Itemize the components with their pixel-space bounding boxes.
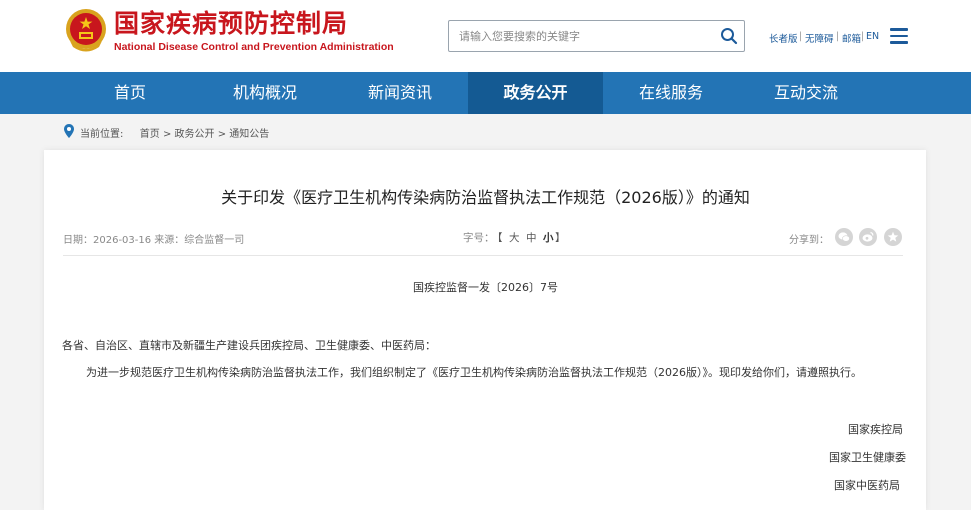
site-name-cn[interactable]: 国家疾病预防控制局 bbox=[114, 9, 348, 39]
font-size-small[interactable]: 小 bbox=[543, 230, 554, 245]
menu-icon[interactable] bbox=[890, 28, 908, 44]
location-pin-icon bbox=[64, 124, 74, 138]
nav-item-online-service[interactable]: 在线服务 bbox=[605, 72, 737, 114]
search-icon[interactable] bbox=[720, 27, 738, 45]
national-emblem-icon[interactable] bbox=[63, 7, 109, 55]
util-link-mail[interactable]: 邮箱 bbox=[842, 31, 861, 45]
breadcrumb-home[interactable]: 首页 bbox=[140, 129, 160, 140]
nav-item-gov-affairs[interactable]: 政务公开 bbox=[468, 72, 603, 114]
article-body: 为进一步规范医疗卫生机构传染病防治监督执法工作，我们组织制定了《医疗卫生机构传染… bbox=[86, 366, 862, 379]
util-link-accessibility[interactable]: 无障碍 bbox=[805, 31, 834, 45]
search-input[interactable] bbox=[459, 26, 714, 46]
nav-item-about[interactable]: 机构概况 bbox=[199, 72, 331, 114]
salutation: 各省、自治区、直辖市及新疆生产建设兵团疾控局、卫生健康委、中医药局： bbox=[62, 339, 436, 352]
search-box bbox=[448, 20, 745, 52]
signatory: 国家中医药局 bbox=[834, 479, 900, 492]
article-title: 关于印发《医疗卫生机构传染病防治监督执法工作规范（2026版）》的通知 bbox=[221, 188, 750, 207]
font-size-medium[interactable]: 中 bbox=[526, 230, 537, 245]
star-icon[interactable] bbox=[884, 228, 902, 246]
signatory: 国家卫生健康委 bbox=[829, 451, 906, 464]
main-nav: 首页 机构概况 新闻资讯 政务公开 在线服务 互动交流 bbox=[0, 72, 971, 114]
util-link-elder[interactable]: 长者版 bbox=[769, 31, 798, 45]
wechat-icon[interactable] bbox=[835, 228, 853, 246]
breadcrumb-label: 当前位置: bbox=[80, 129, 124, 140]
share-label: 分享到： bbox=[789, 235, 829, 246]
article-meta: 日期：2026-03-16 来源：综合监督一司 bbox=[63, 235, 245, 246]
font-size-large[interactable]: 大 bbox=[509, 230, 520, 245]
document-number: 国疾控监督一发〔2026〕7号 bbox=[413, 281, 558, 294]
font-size-label: 字号： bbox=[463, 232, 495, 244]
site-header: 国家疾病预防控制局 National Disease Control and P… bbox=[0, 0, 971, 72]
divider bbox=[63, 255, 903, 256]
util-link-en[interactable]: EN bbox=[866, 31, 879, 42]
signatory: 国家疾控局 bbox=[848, 423, 903, 436]
weibo-icon[interactable] bbox=[859, 228, 877, 246]
nav-item-home[interactable]: 首页 bbox=[64, 72, 196, 114]
nav-item-interaction[interactable]: 互动交流 bbox=[740, 72, 872, 114]
breadcrumb-gov-affairs[interactable]: 政务公开 bbox=[175, 129, 215, 140]
breadcrumb-notices[interactable]: 通知公告 bbox=[229, 129, 269, 140]
nav-item-news[interactable]: 新闻资讯 bbox=[334, 72, 466, 114]
site-name-en[interactable]: National Disease Control and Prevention … bbox=[114, 41, 394, 53]
